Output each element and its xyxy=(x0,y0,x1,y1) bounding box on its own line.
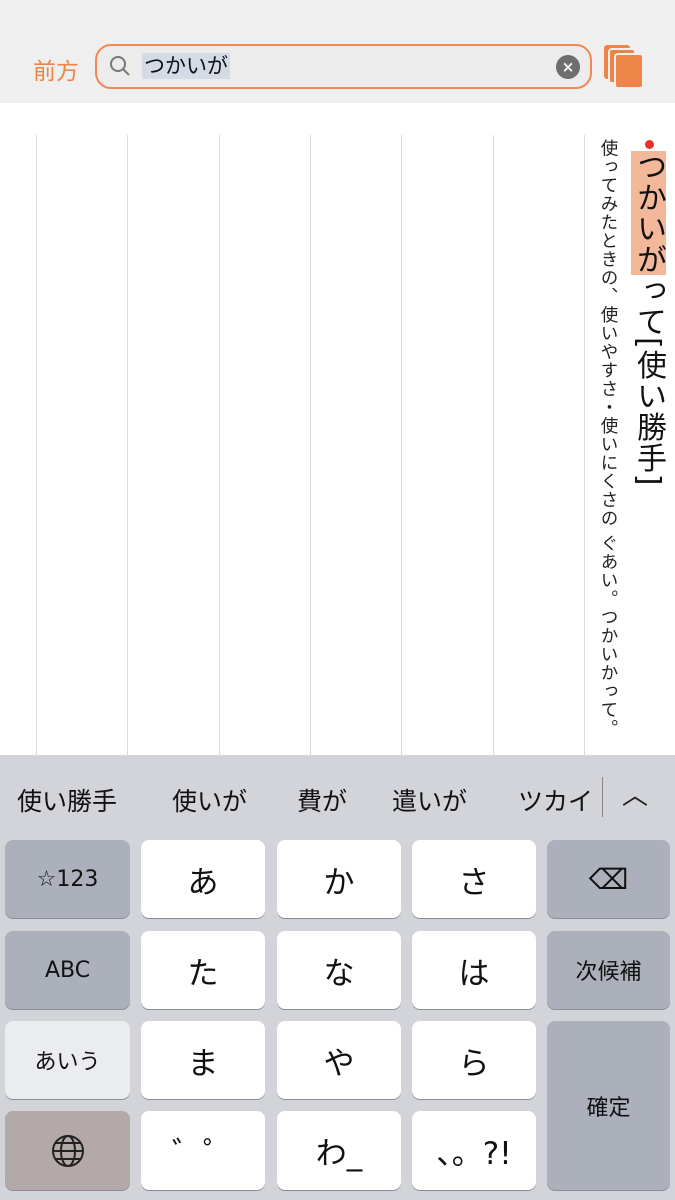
next-candidate-key[interactable]: 次候補 xyxy=(547,931,670,1009)
headword[interactable]: つかいがって[使い勝手] xyxy=(628,151,668,486)
key-na[interactable]: な xyxy=(277,931,401,1009)
key-ra[interactable]: ら xyxy=(412,1021,536,1099)
search-icon xyxy=(110,56,130,76)
entry-marker-dot xyxy=(645,140,654,149)
divider xyxy=(602,777,603,817)
numbers-key[interactable]: ☆123 xyxy=(5,840,130,918)
key-ha[interactable]: は xyxy=(412,931,536,1009)
key-sa[interactable]: さ xyxy=(412,840,536,918)
suggestion[interactable]: 遣いが xyxy=(392,782,467,818)
header: 前方 つかいが × xyxy=(0,0,675,103)
column-line xyxy=(310,135,311,755)
clear-icon[interactable]: × xyxy=(556,55,580,79)
headword-rest: って[使い勝手] xyxy=(631,275,666,487)
key-a[interactable]: あ xyxy=(141,840,265,918)
column-line xyxy=(493,135,494,755)
column-line xyxy=(127,135,128,755)
kana-key[interactable]: あいう xyxy=(5,1021,130,1099)
headword-highlight: つかいが xyxy=(631,151,666,275)
column-line xyxy=(36,135,37,755)
chevron-up-icon[interactable]: ︿ xyxy=(622,775,648,812)
backspace-icon[interactable]: ⌫ xyxy=(547,840,670,918)
books-icon[interactable] xyxy=(603,44,645,88)
column-line xyxy=(584,135,585,755)
suggestion[interactable]: 費が xyxy=(297,782,347,818)
key-ya[interactable]: や xyxy=(277,1021,401,1099)
dakuten-key[interactable]: ゛゜ xyxy=(141,1111,265,1190)
column-line xyxy=(219,135,220,755)
search-field[interactable]: つかいが × xyxy=(95,44,592,89)
globe-icon[interactable] xyxy=(5,1111,130,1190)
confirm-key[interactable]: 確定 xyxy=(547,1021,670,1190)
definition: 使ってみたときの、使いやすさ・使いにくさの ぐあい。つかいかって。 xyxy=(598,139,618,738)
suggestion[interactable]: ツカイ xyxy=(518,782,593,818)
abc-key[interactable]: ABC xyxy=(5,931,130,1009)
punctuation-key[interactable]: 、。?! xyxy=(412,1111,536,1190)
key-ma[interactable]: ま xyxy=(141,1021,265,1099)
key-ta[interactable]: た xyxy=(141,931,265,1009)
search-input[interactable]: つかいが xyxy=(142,53,230,79)
suggestion-bar: 使い勝手 使いが 費が 遣いが ツカイ ︿ xyxy=(0,755,675,840)
key-ka[interactable]: か xyxy=(277,840,401,918)
dictionary-content: つかいがって[使い勝手] 使ってみたときの、使いやすさ・使いにくさの ぐあい。つ… xyxy=(0,103,675,755)
key-wa[interactable]: わ_ xyxy=(277,1111,401,1190)
keyboard: ☆123 あ か さ ⌫ ABC た な は 次候補 あいう ま や ら 確定 … xyxy=(0,840,675,1200)
suggestion[interactable]: 使いが xyxy=(172,782,247,818)
suggestion[interactable]: 使い勝手 xyxy=(17,782,117,818)
column-line xyxy=(401,135,402,755)
back-button[interactable]: 前方 xyxy=(33,52,79,86)
